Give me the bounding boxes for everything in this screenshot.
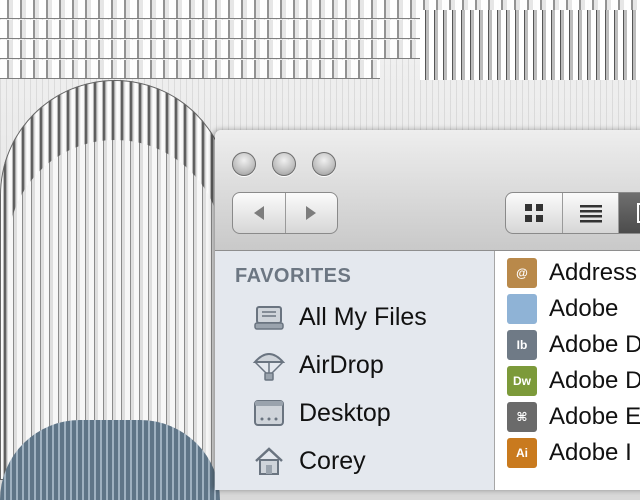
sidebar-item-label: Desktop (299, 398, 391, 427)
minimize-button[interactable] (272, 152, 296, 176)
sidebar-item-corey[interactable]: Corey (251, 439, 366, 483)
list-item[interactable]: Adobe (507, 291, 618, 327)
file-name: Adobe E (549, 403, 640, 430)
address-book-app-icon: @ (507, 258, 537, 288)
illustrator-icon: Ai (507, 438, 537, 468)
sidebar-item-desktop[interactable]: Desktop (251, 391, 391, 435)
list-view-button[interactable] (563, 193, 620, 233)
list-item[interactable]: Ai Adobe I (507, 435, 632, 471)
sidebar-item-label: Corey (299, 446, 366, 475)
zoom-button[interactable] (312, 152, 336, 176)
sidebar-item-all-my-files[interactable]: All My Files (251, 295, 427, 339)
sidebar: FAVORITES All My Files AirDrop Desktop C… (215, 251, 495, 490)
finder-toolbar (215, 130, 640, 251)
close-button[interactable] (232, 152, 256, 176)
list-icon (579, 205, 602, 223)
sidebar-heading-favorites: FAVORITES (235, 265, 352, 287)
sidebar-item-airdrop[interactable]: AirDrop (251, 343, 384, 387)
list-item[interactable]: Ib Adobe D (507, 327, 640, 363)
window-trail-strip (420, 10, 640, 80)
file-name: Adobe D (549, 331, 640, 358)
chevron-right-icon (306, 206, 317, 220)
file-name: Address (549, 259, 638, 286)
finder-window: FAVORITES All My Files AirDrop Desktop C… (215, 130, 640, 490)
grid-icon (524, 204, 543, 222)
app-icon: Ib (507, 330, 537, 360)
file-list: @ Address Adobe Ib Adobe D Dw Adobe D ⌘ … (495, 251, 640, 490)
folder-icon (507, 294, 537, 324)
view-mode-control (505, 192, 640, 234)
file-name: Adobe D (549, 367, 640, 394)
list-item[interactable]: ⌘ Adobe E (507, 399, 640, 435)
app-icon: ⌘ (507, 402, 537, 432)
home-icon (251, 443, 287, 479)
forward-button[interactable] (284, 193, 338, 233)
desktop-icon (251, 395, 287, 431)
file-name: Adobe (549, 295, 619, 322)
list-item[interactable]: @ Address (507, 255, 637, 291)
list-item[interactable]: Dw Adobe D (507, 363, 640, 399)
column-view-button[interactable] (619, 193, 640, 233)
file-name: Adobe I (549, 439, 632, 466)
sidebar-item-label: AirDrop (299, 350, 384, 379)
all-my-files-icon (251, 299, 287, 335)
sidebar-item-label: All My Files (299, 302, 427, 331)
window-trail-strip (0, 40, 420, 59)
airdrop-icon (251, 347, 287, 383)
window-trail-strip (0, 60, 380, 79)
columns-icon (637, 203, 640, 223)
dreamweaver-icon: Dw (507, 366, 537, 396)
back-forward-control (232, 192, 338, 234)
icon-view-button[interactable] (506, 193, 563, 233)
chevron-left-icon (253, 206, 264, 220)
back-button[interactable] (233, 193, 285, 233)
